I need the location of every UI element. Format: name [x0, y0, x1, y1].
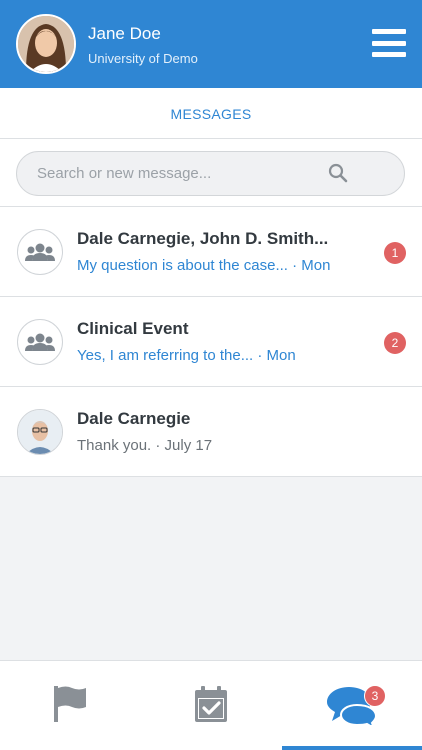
conversation-row[interactable]: Dale Carnegie, John D. Smith... My quest… [0, 207, 422, 297]
conversation-title: Clinical Event [77, 319, 189, 338]
flag-icon [54, 686, 86, 722]
conversation-list: Dale Carnegie, John D. Smith... My quest… [0, 207, 422, 477]
user-organization: University of Demo [88, 51, 198, 66]
messages-count-badge: 3 [364, 685, 386, 707]
conversation-title: Dale Carnegie, John D. Smith... [77, 229, 329, 248]
unread-badge: 1 [384, 242, 406, 264]
group-icon [17, 229, 63, 275]
search-area [0, 139, 422, 207]
search-input[interactable] [37, 152, 337, 195]
conversation-row[interactable]: Clinical Event Yes, I am referring to th… [0, 297, 422, 387]
calendar-check-icon [195, 686, 227, 722]
conversation-preview: My question is about the case... · Mon [77, 257, 331, 274]
nav-flag[interactable] [0, 661, 140, 750]
user-name: Jane Doe [88, 24, 161, 43]
tab-messages[interactable]: MESSAGES [0, 106, 422, 122]
active-tab-indicator [282, 746, 422, 750]
profile-avatar[interactable] [16, 14, 76, 74]
tab-bar: MESSAGES [0, 88, 422, 139]
conversation-preview: Thank you. · July 17 [77, 437, 213, 454]
conversation-title: Dale Carnegie [77, 409, 191, 428]
conversation-preview: Yes, I am referring to the... · Mon [77, 347, 296, 364]
app-header: Jane Doe University of Demo [0, 0, 422, 88]
nav-calendar[interactable] [141, 661, 281, 750]
search-box[interactable] [16, 151, 405, 196]
conversation-row[interactable]: Dale Carnegie Thank you. · July 17 [0, 387, 422, 477]
user-photo-avatar [17, 409, 63, 455]
group-icon [17, 319, 63, 365]
bottom-navigation: 3 [0, 660, 422, 750]
search-icon[interactable] [328, 163, 348, 183]
hamburger-menu-icon[interactable] [372, 29, 406, 57]
unread-badge: 2 [384, 332, 406, 354]
nav-messages[interactable]: 3 [282, 661, 422, 750]
